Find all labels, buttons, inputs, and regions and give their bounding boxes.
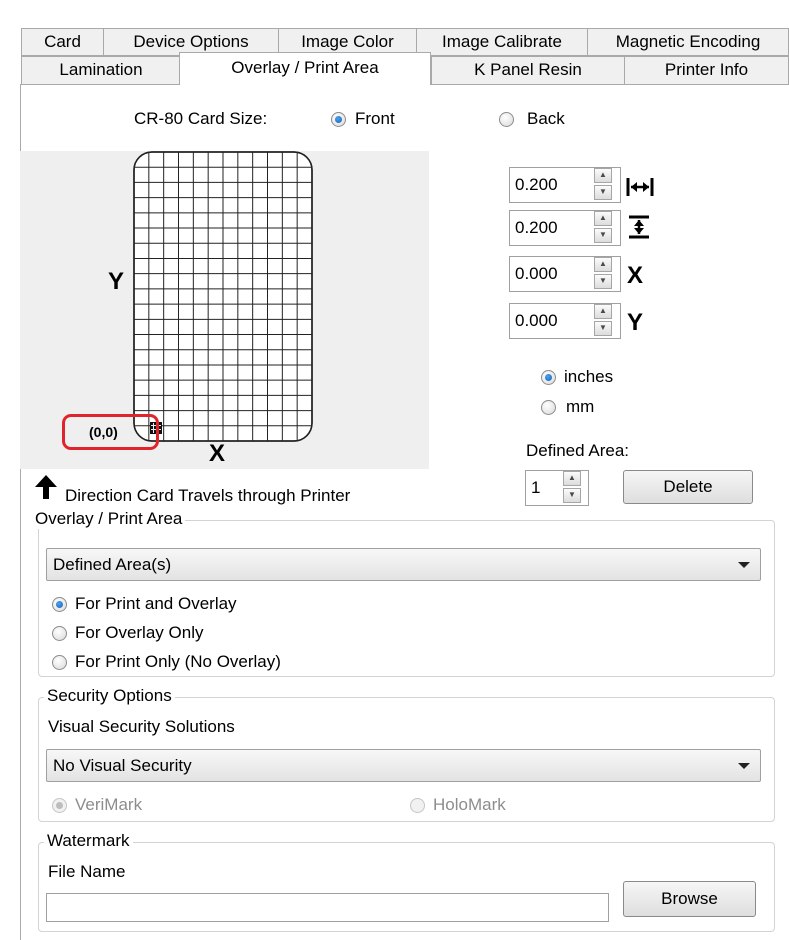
direction-text: Direction Card Travels through Printer xyxy=(65,486,351,505)
area-height-spinner[interactable]: ▲ ▼ xyxy=(594,211,614,245)
tab-magnetic-encoding[interactable]: Magnetic Encoding xyxy=(587,28,789,56)
tab-lamination[interactable]: Lamination xyxy=(21,56,181,85)
visual-security-label: Visual Security Solutions xyxy=(48,717,235,736)
defined-area-spinner[interactable]: ▲ ▼ xyxy=(563,471,583,505)
tab-image-calibrate[interactable]: Image Calibrate xyxy=(416,28,588,56)
x-offset-icon: X xyxy=(627,262,644,289)
file-name-label: File Name xyxy=(48,862,126,881)
file-name-field[interactable] xyxy=(46,893,609,922)
overlay-area-dropdown-value: Defined Area(s) xyxy=(53,555,172,574)
defined-area-label: Defined Area: xyxy=(526,441,630,460)
browse-button[interactable]: Browse xyxy=(623,881,756,917)
card-size-label: CR-80 Card Size: xyxy=(134,109,268,128)
origin-label: (0,0) xyxy=(89,424,118,440)
area-x-offset-spinner[interactable]: ▲ ▼ xyxy=(594,257,614,291)
chevron-down-icon xyxy=(738,763,750,769)
overlay-only-radio[interactable] xyxy=(52,626,67,641)
mm-label: mm xyxy=(566,397,595,416)
inches-label: inches xyxy=(564,367,614,386)
inches-radio[interactable] xyxy=(541,370,556,385)
width-arrows-icon xyxy=(626,178,654,196)
security-group-legend: Security Options xyxy=(44,686,175,706)
tab-k-panel-resin[interactable]: K Panel Resin xyxy=(431,56,625,85)
height-arrows-icon xyxy=(629,215,649,239)
front-label: Front xyxy=(355,109,395,128)
front-radio[interactable] xyxy=(331,112,346,127)
area-width-spinner[interactable]: ▲ ▼ xyxy=(594,168,614,202)
delete-button[interactable]: Delete xyxy=(623,470,753,504)
verimark-label: VeriMark xyxy=(75,795,143,814)
overlay-group-legend: Overlay / Print Area xyxy=(32,509,186,529)
visual-security-dropdown-value: No Visual Security xyxy=(53,756,192,775)
watermark-group-legend: Watermark xyxy=(44,831,133,851)
chevron-down-icon xyxy=(738,562,750,568)
y-offset-icon: Y xyxy=(627,309,644,336)
print-only-label: For Print Only (No Overlay) xyxy=(75,652,281,671)
print-and-overlay-label: For Print and Overlay xyxy=(75,594,237,613)
tab-overlay-print-area[interactable]: Overlay / Print Area xyxy=(179,52,431,85)
holomark-radio[interactable] xyxy=(410,798,425,813)
back-radio[interactable] xyxy=(499,112,514,127)
mm-radio[interactable] xyxy=(541,400,556,415)
area-y-offset-spinner[interactable]: ▲ ▼ xyxy=(594,304,614,338)
print-and-overlay-radio[interactable] xyxy=(52,597,67,612)
tab-printer-info[interactable]: Printer Info xyxy=(624,56,789,85)
print-settings-window: Card Device Options Image Color Image Ca… xyxy=(0,0,789,940)
overlay-only-label: For Overlay Only xyxy=(75,623,204,642)
back-label: Back xyxy=(527,109,565,128)
visual-security-dropdown[interactable]: No Visual Security xyxy=(46,749,761,782)
print-only-radio[interactable] xyxy=(52,655,67,670)
holomark-label: HoloMark xyxy=(433,795,506,814)
tab-card[interactable]: Card xyxy=(21,28,104,56)
x-axis-label: X xyxy=(209,440,226,467)
verimark-radio[interactable] xyxy=(52,798,67,813)
y-axis-label: Y xyxy=(108,268,125,295)
overlay-area-dropdown[interactable]: Defined Area(s) xyxy=(46,548,761,581)
up-arrow-icon xyxy=(35,475,57,499)
